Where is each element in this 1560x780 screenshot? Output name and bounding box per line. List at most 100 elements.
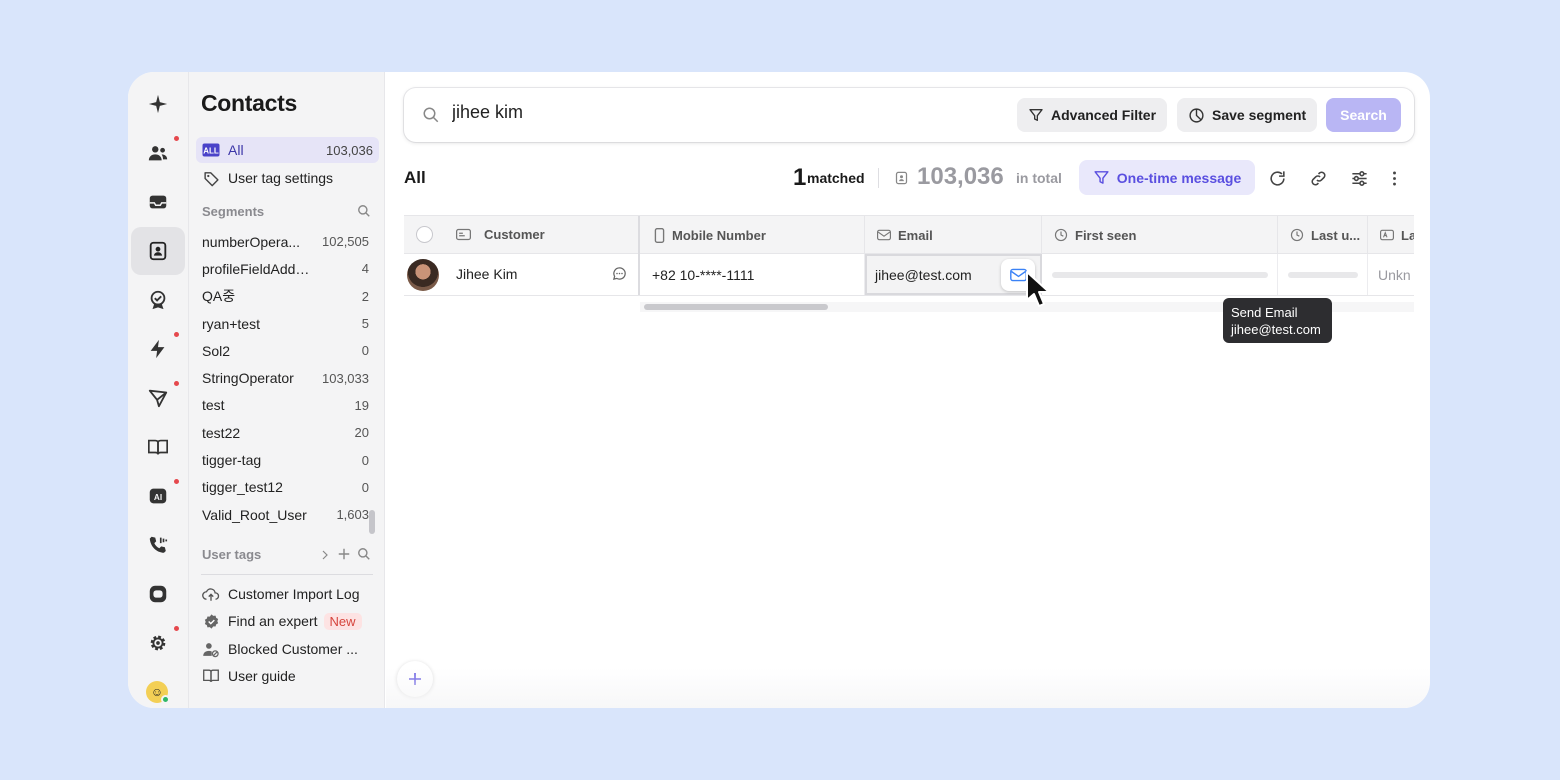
column-label: First seen [1075, 227, 1137, 243]
segment-item[interactable]: tigger_test12 0 [189, 474, 379, 501]
segment-item[interactable]: StringOperator 103,033 [189, 364, 379, 391]
table-header: Customer Mobile Number Email First seen [404, 215, 1414, 254]
clock-icon [1054, 228, 1068, 242]
segment-count: 2 [361, 288, 369, 304]
advanced-filter-label: Advanced Filter [1051, 107, 1157, 123]
segment-list: numberOpera... 102,505 profileFieldAddTes… [189, 228, 379, 536]
cell-email[interactable]: jihee@test.com [865, 254, 1042, 295]
sidebar-item-all[interactable]: ALL All 103,036 [196, 137, 379, 163]
segment-count: 1,603 [336, 507, 369, 523]
all-icon: ALL [202, 141, 220, 159]
ai-icon[interactable]: AI [131, 472, 185, 520]
inbox-icon[interactable] [131, 178, 185, 226]
cell-customer[interactable]: Jihee Kim [404, 254, 640, 295]
notification-dot [174, 381, 179, 386]
segment-item[interactable]: Valid_Root_User 1,603 [189, 501, 379, 528]
segment-name: ryan+test [202, 315, 260, 332]
segment-count: 0 [361, 479, 369, 495]
online-status-dot [161, 695, 170, 704]
sidebar-item-label: Customer Import Log [228, 586, 360, 602]
svg-text:ALL: ALL [203, 147, 219, 156]
id-card-icon [456, 228, 471, 241]
phone-icon[interactable] [131, 521, 185, 569]
sparkle-icon[interactable] [131, 80, 185, 128]
column-label: Customer [484, 227, 545, 242]
cell-first-seen[interactable] [1042, 254, 1278, 295]
add-tag-icon[interactable] [337, 547, 351, 566]
select-all-checkbox[interactable] [416, 226, 433, 243]
column-first-seen[interactable]: First seen [1042, 216, 1278, 254]
search-button[interactable]: Search [1326, 98, 1401, 132]
phone-device-icon [654, 227, 665, 243]
column-mobile[interactable]: Mobile Number [642, 216, 865, 254]
lightning-icon[interactable] [131, 325, 185, 373]
column-label: La [1401, 227, 1414, 243]
sidebar-item-import-log[interactable]: Customer Import Log [196, 581, 379, 607]
segment-count: 0 [361, 343, 369, 359]
tag-search-icon[interactable] [357, 547, 371, 566]
segment-scrollbar[interactable] [369, 510, 375, 534]
sidebar-item-user-guide[interactable]: User guide [196, 663, 379, 689]
advanced-filter-button[interactable]: Advanced Filter [1017, 98, 1168, 132]
column-email[interactable]: Email [865, 216, 1042, 254]
column-language[interactable]: La [1368, 216, 1414, 254]
sidebar-item-blocked-customer[interactable]: Blocked Customer ... [196, 636, 379, 662]
badge-check-icon[interactable] [131, 276, 185, 324]
column-label: Last u... [1311, 227, 1361, 243]
language-icon [1380, 229, 1394, 241]
contacts-icon[interactable] [131, 227, 185, 275]
segment-item[interactable]: test22 20 [189, 419, 379, 446]
column-customer[interactable]: Customer [404, 216, 640, 254]
sidebar-item-label: User tag settings [228, 170, 334, 186]
matched-label: matched [807, 170, 865, 186]
svg-text:AI: AI [154, 493, 162, 502]
more-vertical-icon[interactable] [1383, 167, 1405, 189]
segment-search-icon[interactable] [357, 204, 371, 223]
segment-name: numberOpera... [202, 233, 301, 250]
segment-item[interactable]: Sol2 0 [189, 337, 379, 364]
cell-last-seen[interactable] [1278, 254, 1368, 295]
segment-item[interactable]: ryan+test 5 [189, 310, 379, 337]
sidebar-divider [201, 574, 373, 575]
column-customer-title: Customer [456, 227, 545, 242]
notification-dot [174, 136, 179, 141]
segment-count: 4 [361, 261, 369, 277]
sidebar-item-count: 103,036 [326, 142, 373, 158]
cell-mobile[interactable]: +82 10-****-1111 [642, 254, 865, 295]
table-row[interactable]: Jihee Kim +82 10-****-1111 jihee@test.co… [404, 254, 1414, 296]
segment-item[interactable]: QA중 2 [189, 283, 379, 310]
sidebar-item-find-expert[interactable]: Find an expert New [196, 608, 379, 634]
segment-item[interactable]: tigger-tag 0 [189, 446, 379, 473]
segments-label: Segments [202, 204, 265, 219]
search-input[interactable] [452, 102, 952, 123]
one-time-message-button[interactable]: One-time message [1079, 160, 1255, 195]
segment-item[interactable]: test 19 [189, 392, 379, 419]
segment-item[interactable]: profileFieldAddTest 4 [189, 255, 379, 282]
filter-icon [1029, 109, 1043, 121]
segment-item[interactable]: numberOpera... 102,505 [189, 228, 379, 255]
team-chat-icon[interactable] [131, 129, 185, 177]
book-icon[interactable] [131, 423, 185, 471]
sliders-icon[interactable] [1348, 167, 1370, 189]
chevron-right-icon[interactable] [319, 548, 331, 566]
customer-name: Jihee Kim [456, 266, 518, 282]
settings-gear-icon[interactable] [131, 619, 185, 667]
segment-name: tigger-tag [202, 452, 262, 469]
sidebar-item-label: Find an expert [228, 613, 318, 629]
link-icon[interactable] [1307, 167, 1329, 189]
column-last-seen[interactable]: Last u... [1278, 216, 1368, 254]
channel-icon[interactable] [131, 570, 185, 618]
contact-card-icon [894, 170, 909, 191]
cell-language[interactable]: Unkn [1368, 254, 1414, 295]
mail-icon [877, 229, 891, 241]
segment-count: 5 [361, 316, 369, 332]
save-segment-button[interactable]: Save segment [1177, 98, 1318, 132]
horizontal-scrollbar[interactable] [644, 304, 828, 310]
blocked-user-icon [202, 640, 220, 658]
customer-avatar [407, 259, 439, 291]
contacts-sidebar: Contacts ALL All 103,036 User tag settin… [189, 72, 433, 708]
chat-bubble-icon[interactable] [612, 266, 627, 284]
send-icon[interactable] [131, 374, 185, 422]
sidebar-item-user-tag-settings[interactable]: User tag settings [196, 165, 379, 191]
refresh-icon[interactable] [1266, 167, 1288, 189]
